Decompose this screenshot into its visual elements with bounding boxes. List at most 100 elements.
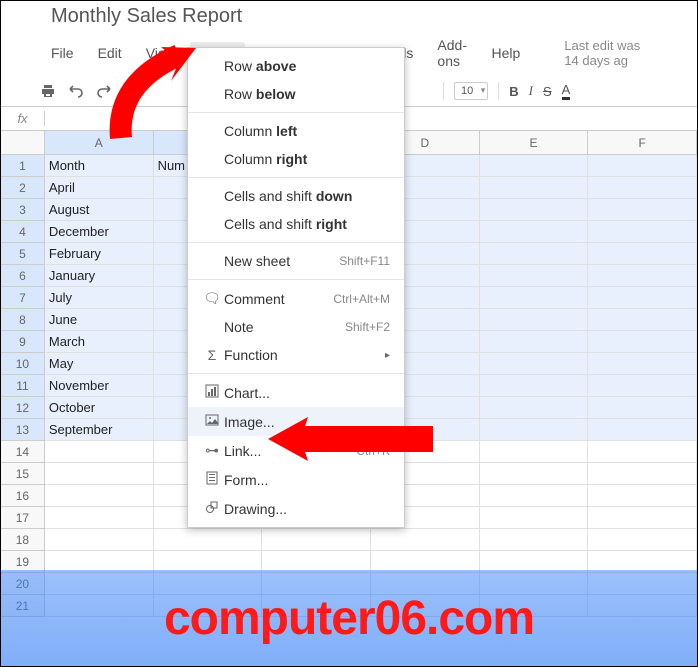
cell[interactable] — [588, 155, 697, 177]
cell[interactable] — [45, 507, 154, 529]
row-number[interactable]: 11 — [1, 375, 45, 397]
row-number[interactable]: 10 — [1, 353, 45, 375]
print-icon[interactable] — [39, 82, 57, 100]
cell[interactable] — [45, 463, 154, 485]
select-all-corner[interactable] — [1, 131, 45, 155]
menu-new-sheet[interactable]: New sheetShift+F11 — [188, 247, 404, 275]
cell[interactable] — [480, 419, 589, 441]
cell[interactable] — [588, 441, 697, 463]
menu-file[interactable]: File — [41, 42, 84, 64]
row-number[interactable]: 13 — [1, 419, 45, 441]
cell[interactable]: August — [45, 199, 154, 221]
italic-button[interactable]: I — [529, 83, 533, 99]
cell[interactable] — [588, 485, 697, 507]
row-number[interactable]: 1 — [1, 155, 45, 177]
row-number[interactable]: 7 — [1, 287, 45, 309]
cell[interactable] — [480, 155, 589, 177]
row-number[interactable]: 12 — [1, 397, 45, 419]
cell[interactable]: Month — [45, 155, 154, 177]
menu-form[interactable]: Form... — [188, 465, 404, 494]
cell[interactable] — [588, 287, 697, 309]
menu-cells-shift-right[interactable]: Cells and shift right — [188, 210, 404, 238]
menu-drawing[interactable]: Drawing... — [188, 494, 404, 523]
cell[interactable]: July — [45, 287, 154, 309]
cell[interactable] — [588, 243, 697, 265]
cell[interactable] — [45, 441, 154, 463]
row-number[interactable]: 18 — [1, 529, 45, 551]
cell[interactable] — [480, 265, 589, 287]
cell[interactable]: February — [45, 243, 154, 265]
cell[interactable] — [480, 441, 589, 463]
menu-chart[interactable]: Chart... — [188, 378, 404, 407]
row-number[interactable]: 6 — [1, 265, 45, 287]
row-number[interactable]: 16 — [1, 485, 45, 507]
cell[interactable] — [588, 221, 697, 243]
menu-note[interactable]: NoteShift+F2 — [188, 313, 404, 341]
cell[interactable] — [588, 375, 697, 397]
menu-addons[interactable]: Add-ons — [427, 34, 477, 72]
menu-help[interactable]: Help — [482, 42, 531, 64]
row-number[interactable]: 15 — [1, 463, 45, 485]
menu-function[interactable]: ΣFunction▸ — [188, 341, 404, 369]
strike-button[interactable]: S — [543, 84, 552, 99]
row-number[interactable]: 8 — [1, 309, 45, 331]
cell[interactable] — [480, 199, 589, 221]
undo-icon[interactable] — [67, 82, 85, 100]
menu-cells-shift-down[interactable]: Cells and shift down — [188, 182, 404, 210]
cell[interactable]: April — [45, 177, 154, 199]
cell[interactable]: June — [45, 309, 154, 331]
cell[interactable] — [371, 529, 480, 551]
cell[interactable] — [480, 375, 589, 397]
cell[interactable] — [588, 265, 697, 287]
cell[interactable] — [588, 507, 697, 529]
cell[interactable] — [480, 463, 589, 485]
cell[interactable] — [480, 243, 589, 265]
cell[interactable]: May — [45, 353, 154, 375]
cell[interactable] — [480, 485, 589, 507]
cell[interactable] — [45, 485, 154, 507]
cell[interactable] — [588, 177, 697, 199]
cell[interactable]: March — [45, 331, 154, 353]
row-number[interactable]: 9 — [1, 331, 45, 353]
cell[interactable] — [480, 309, 589, 331]
cell[interactable] — [588, 397, 697, 419]
cell[interactable] — [588, 309, 697, 331]
bold-button[interactable]: B — [509, 84, 518, 99]
cell[interactable] — [588, 529, 697, 551]
cell[interactable] — [480, 221, 589, 243]
menu-column-right[interactable]: Column right — [188, 145, 404, 173]
cell[interactable] — [480, 397, 589, 419]
font-size-select[interactable]: 10 — [454, 82, 488, 100]
doc-title[interactable]: Monthly Sales Report — [1, 1, 697, 30]
text-color-button[interactable]: A — [562, 82, 571, 100]
col-header-e[interactable]: E — [480, 131, 589, 155]
row-number[interactable]: 4 — [1, 221, 45, 243]
cell[interactable] — [262, 529, 371, 551]
row-number[interactable]: 2 — [1, 177, 45, 199]
menu-comment[interactable]: 🗨CommentCtrl+Alt+M — [188, 284, 404, 313]
cell[interactable] — [480, 287, 589, 309]
cell[interactable] — [588, 199, 697, 221]
row-number[interactable]: 17 — [1, 507, 45, 529]
row-number[interactable]: 14 — [1, 441, 45, 463]
cell[interactable]: November — [45, 375, 154, 397]
cell[interactable]: January — [45, 265, 154, 287]
cell[interactable] — [480, 507, 589, 529]
cell[interactable] — [480, 331, 589, 353]
cell[interactable]: September — [45, 419, 154, 441]
cell[interactable] — [588, 419, 697, 441]
cell[interactable] — [154, 529, 263, 551]
cell[interactable] — [480, 177, 589, 199]
row-number[interactable]: 5 — [1, 243, 45, 265]
cell[interactable] — [480, 529, 589, 551]
cell[interactable] — [480, 353, 589, 375]
cell[interactable]: October — [45, 397, 154, 419]
cell[interactable]: December — [45, 221, 154, 243]
cell[interactable] — [588, 353, 697, 375]
cell[interactable] — [588, 463, 697, 485]
cell[interactable] — [45, 529, 154, 551]
row-number[interactable]: 3 — [1, 199, 45, 221]
last-edit-text[interactable]: Last edit was 14 days ag — [554, 35, 657, 71]
col-header-f[interactable]: F — [588, 131, 697, 155]
cell[interactable] — [588, 331, 697, 353]
